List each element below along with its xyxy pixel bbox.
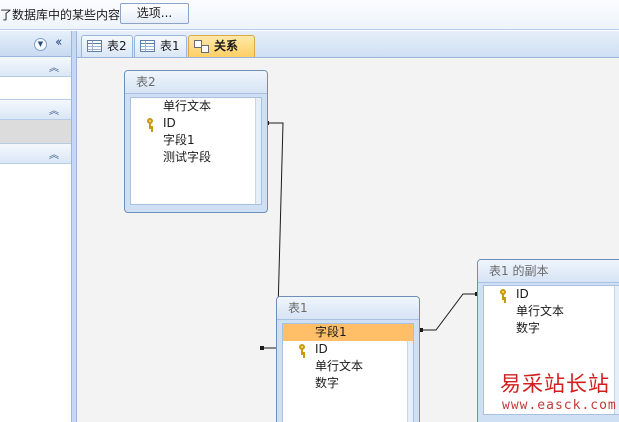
double-chevron-up-icon[interactable]: ︽ bbox=[49, 59, 59, 74]
primary-key-icon bbox=[299, 344, 305, 355]
nav-group-header[interactable]: ︽ bbox=[0, 144, 71, 164]
nav-group-header[interactable]: ︽ bbox=[0, 100, 71, 120]
watermark-url-text: www.easck.com bbox=[502, 398, 617, 413]
chevron-down-circle-icon[interactable]: ▼ bbox=[34, 38, 47, 51]
nav-pane-header: ▼ ‹‹ bbox=[0, 31, 71, 57]
nav-item-selected[interactable] bbox=[0, 120, 71, 144]
document-tab-strip: 表2 表1 关系 bbox=[77, 31, 619, 58]
field-item-primary-key[interactable]: ID bbox=[484, 286, 619, 303]
field-item[interactable]: 数字 bbox=[283, 375, 413, 392]
field-item[interactable]: 单行文本 bbox=[131, 98, 261, 115]
relationship-endpoint bbox=[260, 346, 264, 350]
field-list-body: 字段1 ID 单行文本 数字 bbox=[282, 323, 414, 422]
table-icon bbox=[87, 40, 102, 52]
field-item[interactable]: 单行文本 bbox=[484, 303, 619, 320]
field-list-title[interactable]: 表2 bbox=[125, 71, 267, 94]
field-item[interactable]: 测试字段 bbox=[131, 149, 261, 166]
tab-table1[interactable]: 表1 bbox=[134, 35, 187, 57]
field-item[interactable]: 数字 bbox=[484, 320, 619, 337]
primary-key-icon bbox=[500, 289, 506, 300]
field-item[interactable]: 字段1 bbox=[131, 132, 261, 149]
watermark-cn-text: 易采站长站 bbox=[500, 372, 610, 396]
tab-relationships[interactable]: 关系 bbox=[188, 35, 255, 57]
options-button[interactable]: 选项... bbox=[120, 3, 189, 24]
navigation-pane: ▼ ‹‹ ︽ ︽ ︽ bbox=[0, 31, 72, 422]
tab-table2[interactable]: 表2 bbox=[81, 35, 133, 57]
field-item-primary-key[interactable]: ID bbox=[283, 341, 413, 358]
field-item[interactable]: 单行文本 bbox=[283, 358, 413, 375]
field-list-title[interactable]: 表1 bbox=[277, 297, 419, 320]
table-icon bbox=[140, 40, 155, 52]
field-item-selected[interactable]: 字段1 bbox=[283, 324, 413, 341]
field-list-table2[interactable]: 表2 单行文本 ID 字段1 测试字段 bbox=[124, 70, 268, 213]
primary-key-icon bbox=[147, 118, 153, 129]
relationship-line bbox=[420, 293, 479, 331]
field-list-title[interactable]: 表1 的副本 bbox=[478, 260, 619, 283]
relationships-icon bbox=[194, 40, 210, 53]
field-list-table1[interactable]: 表1 字段1 ID 单行文本 数字 bbox=[276, 296, 420, 422]
tab-label: 表2 bbox=[107, 39, 127, 53]
field-list-body: 单行文本 ID 字段1 测试字段 bbox=[130, 97, 262, 205]
field-item-primary-key[interactable]: ID bbox=[131, 115, 261, 132]
double-chevron-up-icon[interactable]: ︽ bbox=[49, 146, 59, 161]
site-watermark: 易采站长站 www.easck.com bbox=[498, 366, 619, 422]
double-chevron-up-icon[interactable]: ︽ bbox=[49, 102, 59, 117]
double-chevron-left-icon[interactable]: ‹‹ bbox=[55, 35, 63, 50]
nav-group-header[interactable]: ︽ bbox=[0, 57, 71, 77]
nav-group-body bbox=[0, 77, 71, 100]
security-warning-text: 了数据库中的某些内容 bbox=[0, 8, 121, 22]
tab-label: 表1 bbox=[160, 39, 180, 53]
message-bar: 了数据库中的某些内容 选项... bbox=[0, 0, 619, 30]
tab-label: 关系 bbox=[214, 39, 239, 53]
